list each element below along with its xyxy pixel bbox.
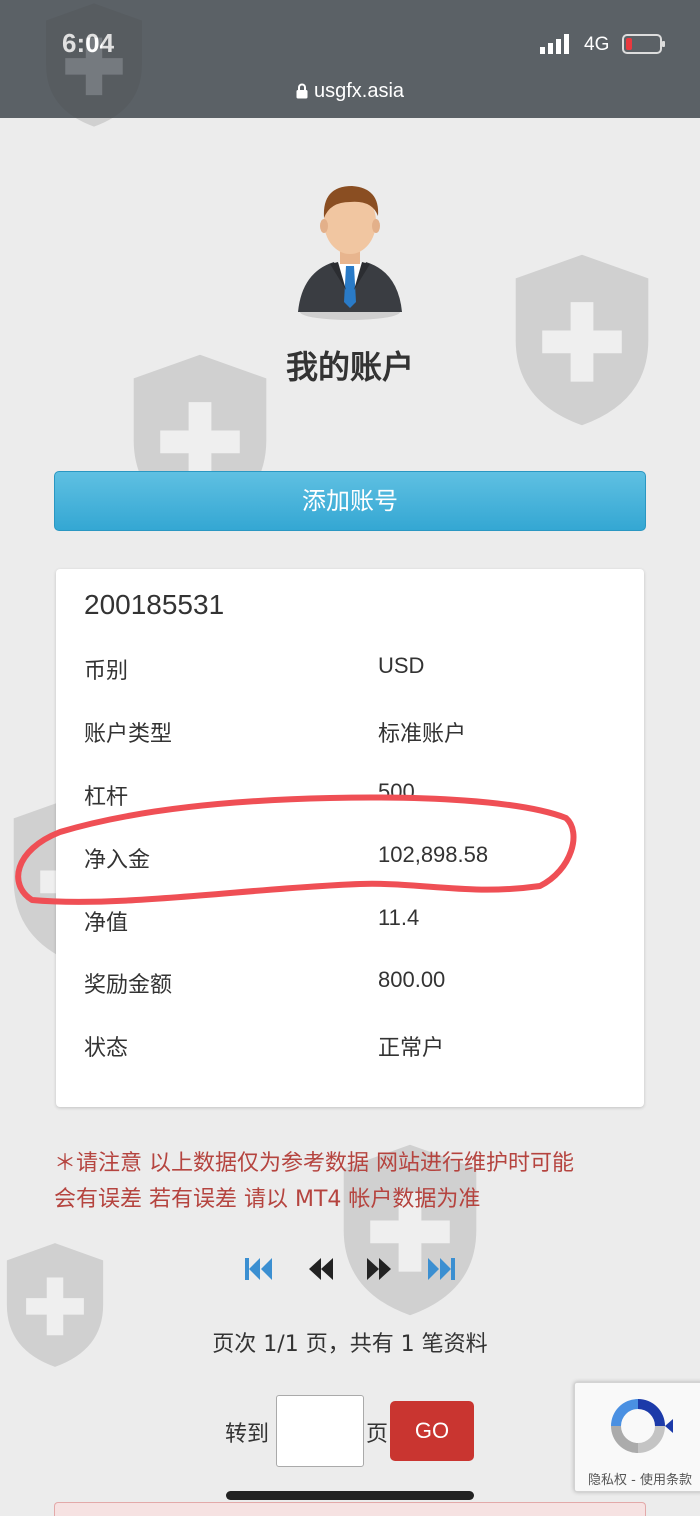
field-value: 500 xyxy=(378,779,415,804)
field-label: 状态 xyxy=(84,1036,129,1061)
field-value: 正常户 xyxy=(378,1036,445,1061)
field-label: 净值 xyxy=(84,911,129,936)
account-field-type: 账户类型 标准账户 xyxy=(84,716,624,756)
field-value: USD xyxy=(378,653,425,678)
field-label: 币别 xyxy=(84,659,129,684)
goto-label: 转到 xyxy=(225,1422,270,1447)
watermark-shield-icon xyxy=(515,254,649,426)
notice-line-2: 会有误差 若有误差 请以 MT4 帐户数据为准 xyxy=(54,1187,481,1212)
prev-page-icon[interactable] xyxy=(306,1256,336,1282)
notice-line-1: ＊请注意 以上数据仅为参考数据 网站进行维护时可能 xyxy=(54,1151,574,1176)
recaptcha-terms-link[interactable]: 隐私权 - 使用条款 xyxy=(575,1469,700,1488)
next-section-edge xyxy=(54,1502,646,1516)
account-field-net-deposit: 净入金 102,898.58 xyxy=(84,842,624,882)
page-title: 我的账户 xyxy=(285,348,414,386)
goto-page-suffix: 页 xyxy=(366,1422,389,1447)
browser-top-bar: 6:04 4G usgfx.asia xyxy=(0,0,700,118)
field-label: 奖励金额 xyxy=(84,973,173,998)
recaptcha-icon xyxy=(611,1399,673,1453)
account-field-status: 状态 正常户 xyxy=(84,1030,624,1070)
watermark-shield-icon xyxy=(6,1243,104,1367)
field-label: 账户类型 xyxy=(84,722,173,747)
address-bar[interactable]: usgfx.asia xyxy=(0,80,700,103)
account-number: 200185531 xyxy=(84,589,225,620)
recaptcha-badge[interactable]: 隐私权 - 使用条款 xyxy=(574,1382,700,1492)
lock-icon xyxy=(296,83,308,99)
field-label: 杠杆 xyxy=(84,785,129,810)
add-account-button[interactable]: 添加账号 xyxy=(54,471,646,531)
account-field-equity: 净值 11.4 xyxy=(84,905,624,945)
pagination-info: 页次 1/1 页，共有 1 笔资料 xyxy=(212,1332,488,1357)
field-value: 102,898.58 xyxy=(378,842,489,867)
goto-page-input[interactable] xyxy=(276,1395,364,1467)
home-indicator[interactable] xyxy=(226,1491,474,1500)
battery-low-icon xyxy=(622,34,665,54)
status-time: 6:04 xyxy=(62,28,115,58)
account-field-leverage: 杠杆 500 xyxy=(84,779,624,819)
field-label: 净入金 xyxy=(84,848,151,873)
network-type: 4G xyxy=(584,34,610,55)
user-avatar-icon xyxy=(298,186,402,320)
go-button[interactable]: GO xyxy=(390,1401,474,1461)
last-page-icon[interactable] xyxy=(426,1256,456,1282)
field-value: 11.4 xyxy=(378,905,420,930)
data-disclaimer-notice: ＊请注意 以上数据仅为参考数据 网站进行维护时可能 会有误差 若有误差 请以 M… xyxy=(54,1146,654,1218)
first-page-icon[interactable] xyxy=(244,1256,274,1282)
field-value: 800.00 xyxy=(378,967,446,992)
url-text: usgfx.asia xyxy=(313,80,405,102)
signal-bars-icon xyxy=(540,34,569,54)
account-field-bonus: 奖励金额 800.00 xyxy=(84,967,624,1007)
next-page-icon[interactable] xyxy=(364,1256,394,1282)
account-card: 200185531 币别 USD 账户类型 标准账户 杠杆 500 净入金 10… xyxy=(56,569,644,1107)
account-field-currency: 币别 USD xyxy=(84,653,624,693)
field-value: 标准账户 xyxy=(378,722,467,747)
